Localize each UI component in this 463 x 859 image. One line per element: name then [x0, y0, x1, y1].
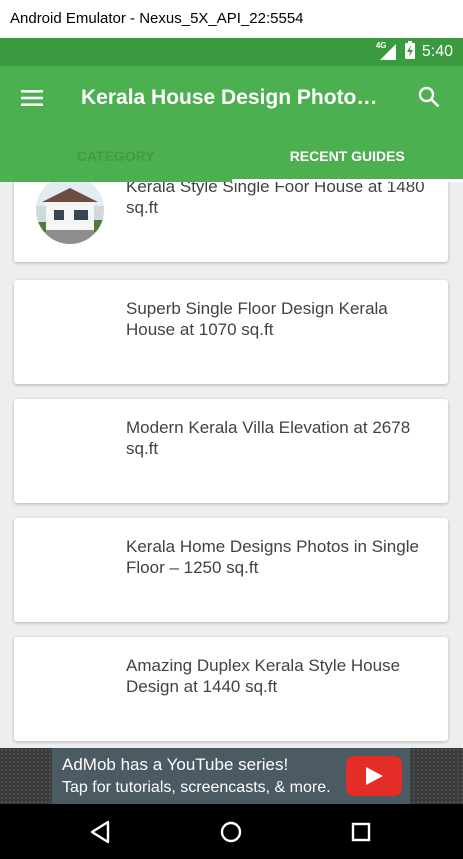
guide-card[interactable]: Kerala Home Designs Photos in Single Flo…	[14, 518, 448, 622]
home-icon[interactable]	[217, 818, 245, 846]
youtube-play-icon[interactable]	[346, 756, 402, 796]
status-time: 5:40	[421, 43, 453, 60]
guide-thumbnail	[36, 182, 104, 244]
guide-card[interactable]: Superb Single Floor Design Kerala House …	[14, 280, 448, 384]
ad-content[interactable]: AdMob has a YouTube series! Tap for tuto…	[52, 748, 410, 804]
emulator-window-title: Android Emulator - Nexus_5X_API_22:5554	[0, 0, 463, 38]
guide-title: Kerala Style Single Foor House at 1480 s…	[126, 182, 425, 217]
ad-subtext: Tap for tutorials, screencasts, & more.	[62, 779, 331, 796]
ad-headline: AdMob has a YouTube series!	[62, 755, 289, 774]
app-toolbar: Kerala House Design Photo…	[0, 66, 463, 130]
guide-title: Amazing Duplex Kerala Style House Design…	[126, 656, 401, 696]
search-icon[interactable]	[417, 85, 441, 109]
recents-icon[interactable]	[347, 818, 375, 846]
tab-category[interactable]: CATEGORY	[0, 130, 232, 182]
guide-card[interactable]: Kerala Style Single Foor House at 1480 s…	[14, 182, 448, 262]
guide-title: Kerala Home Designs Photos in Single Flo…	[126, 537, 419, 577]
tab-recent-guides[interactable]: RECENT GUIDES	[231, 130, 463, 182]
tab-bar: CATEGORY RECENT GUIDES	[0, 130, 463, 182]
status-bar: 4G 5:40	[0, 38, 463, 66]
hamburger-menu-icon[interactable]	[20, 86, 44, 110]
back-icon[interactable]	[87, 818, 115, 846]
android-nav-bar	[0, 804, 463, 859]
signal-icon: 4G	[376, 41, 398, 61]
guide-title: Modern Kerala Villa Elevation at 2678 sq…	[126, 418, 411, 458]
ad-banner[interactable]: AdMob has a YouTube series! Tap for tuto…	[0, 748, 463, 804]
battery-charging-icon	[404, 41, 416, 63]
guide-title: Superb Single Floor Design Kerala House …	[126, 299, 388, 339]
guide-card[interactable]: Modern Kerala Villa Elevation at 2678 sq…	[14, 399, 448, 503]
toolbar-title: Kerala House Design Photo…	[81, 86, 378, 109]
guides-list: Kerala Style Single Foor House at 1480 s…	[0, 182, 463, 748]
guide-card[interactable]: Amazing Duplex Kerala Style House Design…	[14, 637, 448, 741]
